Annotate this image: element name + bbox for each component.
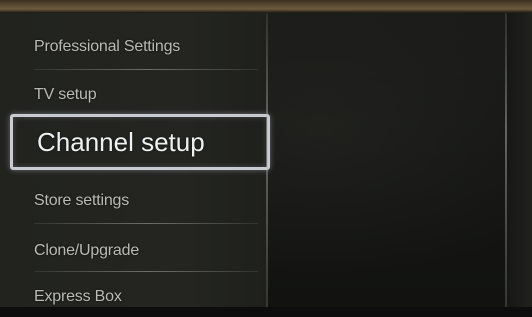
menu-item-label: Clone/Upgrade <box>34 242 140 259</box>
menu-item-label: Channel setup <box>37 126 205 157</box>
menu-separator <box>34 271 258 272</box>
menu-separator <box>34 223 258 224</box>
menu-item-professional-settings[interactable]: Professional Settings <box>22 27 258 67</box>
tv-bezel-top <box>0 0 532 13</box>
menu-item-tv-setup[interactable]: TV setup <box>22 75 258 115</box>
tv-screen: Professional Settings TV setup Channel s… <box>0 13 532 307</box>
menu-item-label: Store settings <box>34 192 130 209</box>
menu-item-clone-upgrade[interactable]: Clone/Upgrade <box>22 231 258 271</box>
menu-item-store-settings[interactable]: Store settings <box>22 181 258 221</box>
panel-divider <box>266 13 268 307</box>
menu-separator <box>34 69 258 70</box>
menu-item-label: Professional Settings <box>34 38 181 55</box>
submenu-panel-edge <box>507 13 532 307</box>
menu-item-express-box[interactable]: Express Box <box>22 277 258 317</box>
menu-item-channel-setup[interactable]: Channel setup <box>10 114 270 170</box>
menu-item-label: Express Box <box>34 288 122 305</box>
settings-menu-panel: Professional Settings TV setup Channel s… <box>0 13 270 307</box>
menu-item-label: TV setup <box>34 86 97 103</box>
